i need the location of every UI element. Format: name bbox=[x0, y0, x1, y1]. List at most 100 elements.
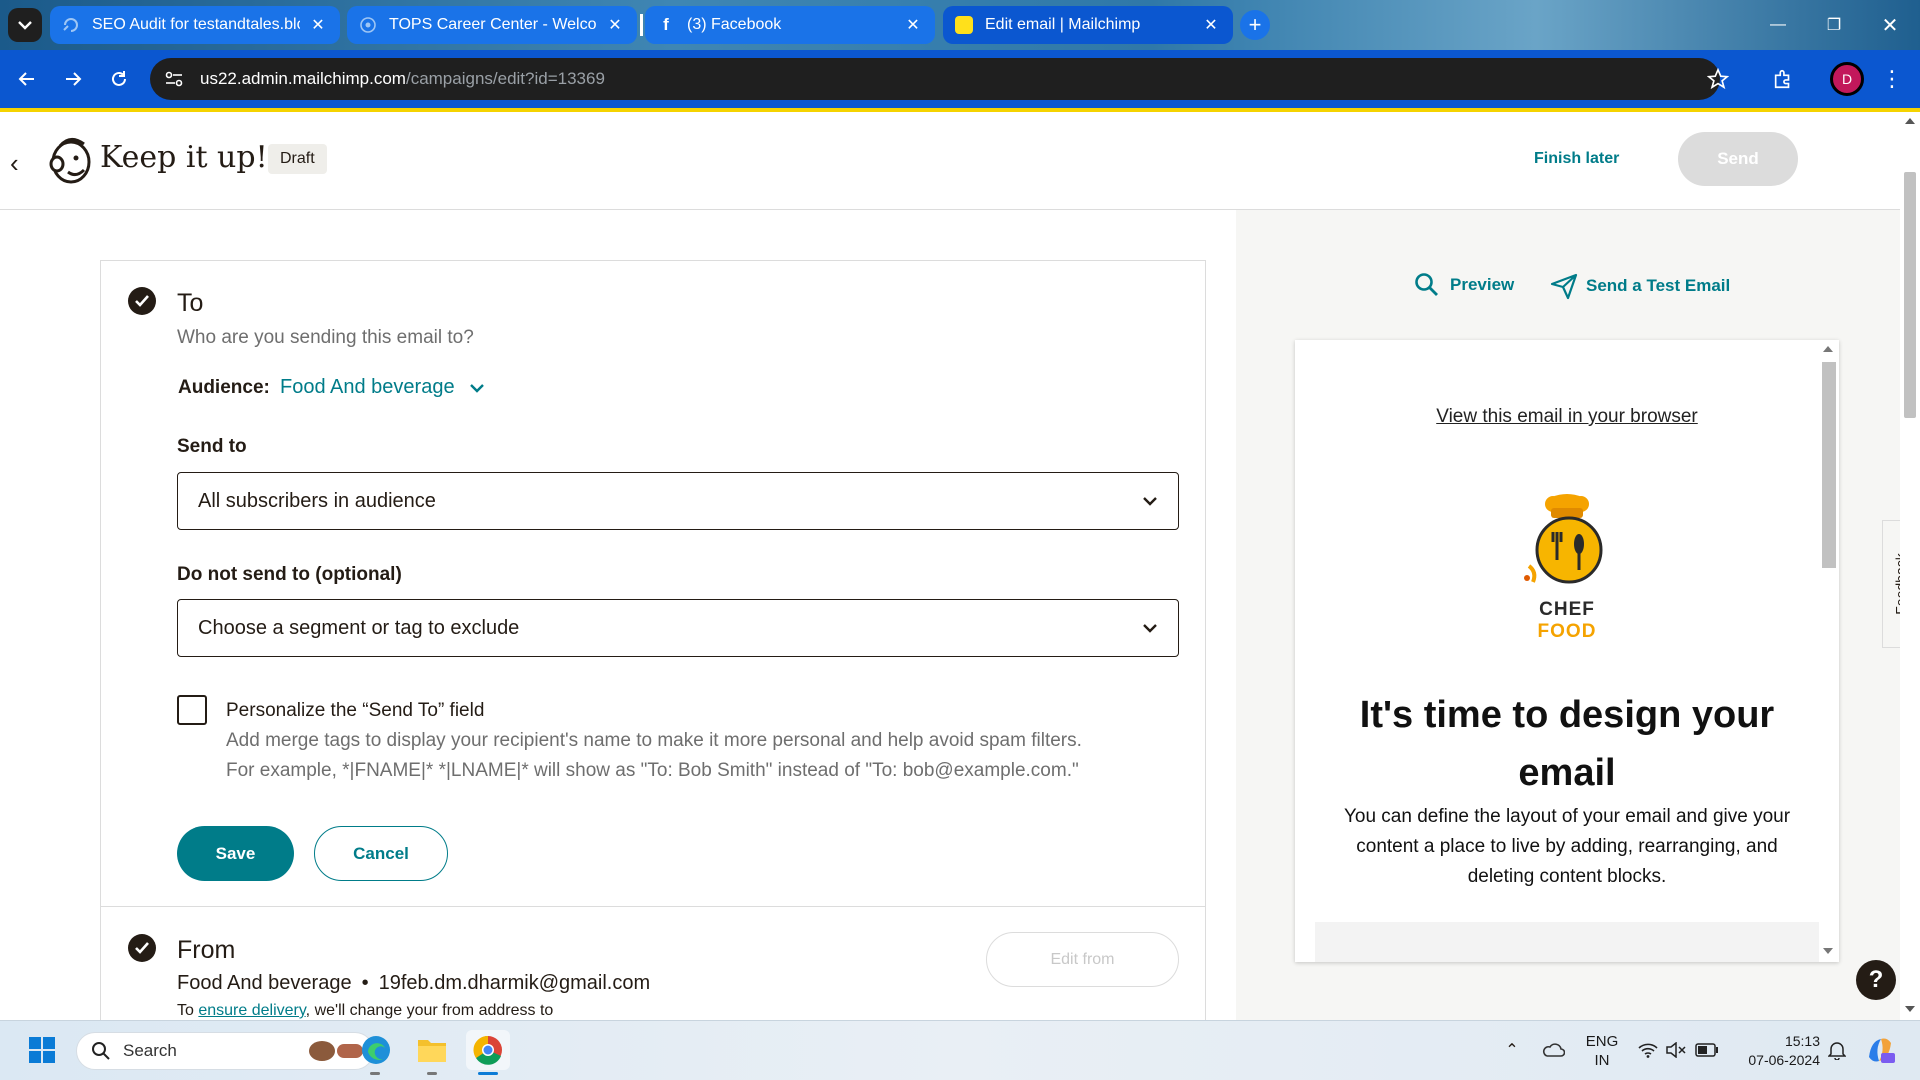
note-prefix: To bbox=[177, 1002, 194, 1019]
chevron-down-icon bbox=[18, 21, 32, 30]
edge-running-indicator bbox=[370, 1072, 380, 1075]
send-test-email-button[interactable]: Send a Test Email bbox=[1550, 272, 1730, 300]
from-heading: From bbox=[177, 936, 236, 964]
tab-title: TOPS Career Center - Welcome bbox=[389, 16, 597, 33]
close-icon[interactable]: ✕ bbox=[605, 15, 625, 35]
note-suffix: , we'll change your from address to bbox=[305, 1002, 554, 1019]
email-preview-frame: View this email in your browser CHEF FOO… bbox=[1295, 340, 1839, 962]
close-window-button[interactable]: ✕ bbox=[1862, 0, 1918, 50]
logo-text-chef: CHEF bbox=[1539, 599, 1595, 620]
explorer-running-indicator bbox=[427, 1072, 437, 1075]
from-delivery-note: To ensure delivery, we'll change your fr… bbox=[177, 1002, 553, 1020]
preview-button[interactable]: Preview bbox=[1414, 272, 1514, 298]
reload-button[interactable] bbox=[104, 64, 134, 94]
reload-icon bbox=[112, 71, 126, 86]
address-bar[interactable]: us22.admin.mailchimp.com/campaigns/edit?… bbox=[150, 58, 1720, 100]
minimize-button[interactable]: — bbox=[1750, 0, 1806, 50]
personalize-label: Personalize the “Send To” field bbox=[226, 700, 485, 721]
language-indicator[interactable]: ENG IN bbox=[1582, 1032, 1622, 1070]
file-explorer-taskbar-icon[interactable] bbox=[412, 1030, 452, 1070]
tab-tops-career[interactable]: TOPS Career Center - Welcome ✕ bbox=[347, 6, 637, 44]
windows-logo-icon bbox=[29, 1037, 55, 1063]
edit-from-button[interactable]: Edit from bbox=[986, 932, 1179, 987]
exclude-segment-select[interactable]: Choose a segment or tag to exclude bbox=[177, 599, 1179, 657]
cancel-button[interactable]: Cancel bbox=[314, 826, 448, 881]
tab-mailchimp[interactable]: Edit email | Mailchimp ✕ bbox=[943, 6, 1233, 44]
scroll-down-arrow-icon[interactable] bbox=[1823, 948, 1833, 954]
notification-bell-icon[interactable] bbox=[1824, 1030, 1850, 1070]
browser-menu-icon[interactable]: ⋮ bbox=[1880, 64, 1904, 94]
audience-label: Audience: bbox=[178, 377, 270, 398]
search-highlight-icon bbox=[309, 1041, 363, 1061]
help-button[interactable]: ? bbox=[1856, 960, 1896, 1000]
back-chevron-icon[interactable]: ‹ bbox=[10, 148, 19, 179]
chevron-down-icon bbox=[1143, 624, 1157, 633]
tab-facebook[interactable]: f (3) Facebook ✕ bbox=[645, 6, 935, 44]
email-headline: It's time to design your email bbox=[1359, 694, 1775, 794]
chrome-active-indicator bbox=[478, 1072, 498, 1075]
bookmark-star-icon[interactable] bbox=[1705, 66, 1731, 92]
clock[interactable]: 15:13 07-06-2024 bbox=[1730, 1032, 1820, 1070]
region-code: IN bbox=[1594, 1052, 1610, 1069]
arrow-right-icon bbox=[66, 72, 82, 86]
to-heading: To bbox=[177, 289, 204, 317]
scroll-down-arrow-icon[interactable] bbox=[1905, 1006, 1915, 1012]
clock-time: 15:13 bbox=[1784, 1033, 1820, 1049]
separator-dot: • bbox=[361, 972, 369, 994]
search-icon bbox=[92, 1042, 110, 1060]
tab-divider bbox=[640, 14, 643, 36]
to-subheading: Who are you sending this email to? bbox=[177, 327, 474, 348]
restore-button[interactable]: ❐ bbox=[1806, 0, 1862, 50]
close-icon[interactable]: ✕ bbox=[1201, 15, 1221, 35]
save-button[interactable]: Save bbox=[177, 826, 294, 881]
taskbar-search[interactable]: Search bbox=[76, 1032, 374, 1070]
chrome-taskbar-icon[interactable] bbox=[466, 1030, 510, 1070]
volume-muted-icon[interactable] bbox=[1664, 1030, 1688, 1070]
tops-icon bbox=[359, 16, 377, 34]
extensions-puzzle-icon[interactable] bbox=[1768, 64, 1798, 94]
language-code: ENG bbox=[1585, 1033, 1619, 1050]
preview-scroll-thumb[interactable] bbox=[1822, 362, 1836, 568]
copilot-icon[interactable] bbox=[1862, 1030, 1898, 1070]
profile-avatar[interactable]: D bbox=[1830, 62, 1864, 96]
back-button[interactable] bbox=[12, 64, 42, 94]
personalize-help-line-2: For example, *|FNAME|* *|LNAME|* will sh… bbox=[226, 760, 1079, 781]
send-button[interactable]: Send bbox=[1678, 132, 1798, 186]
magnifier-icon bbox=[1415, 273, 1438, 296]
close-icon[interactable]: ✕ bbox=[308, 15, 328, 35]
finish-later-button[interactable]: Finish later bbox=[1534, 150, 1619, 168]
page-scrollbar[interactable] bbox=[1900, 112, 1920, 1020]
ensure-delivery-link[interactable]: ensure delivery bbox=[198, 1002, 305, 1019]
preview-scrollbar[interactable] bbox=[1819, 346, 1837, 956]
section-divider bbox=[101, 906, 1205, 907]
close-icon[interactable]: ✕ bbox=[903, 15, 923, 35]
wifi-icon[interactable] bbox=[1636, 1030, 1660, 1070]
tab-title: (3) Facebook bbox=[687, 16, 782, 33]
new-tab-button[interactable]: + bbox=[1240, 10, 1270, 40]
send-test-label: Send a Test Email bbox=[1586, 276, 1731, 295]
page-scroll-thumb[interactable] bbox=[1904, 172, 1916, 418]
personalize-checkbox[interactable] bbox=[177, 695, 207, 725]
scroll-up-arrow-icon[interactable] bbox=[1905, 118, 1915, 124]
chef-food-logo: CHEF FOOD bbox=[1507, 490, 1627, 642]
forward-button[interactable] bbox=[58, 64, 88, 94]
scroll-up-arrow-icon[interactable] bbox=[1823, 346, 1833, 352]
url-path: /campaigns/edit?id=13369 bbox=[405, 69, 605, 88]
audience-selector[interactable]: Food And beverage bbox=[280, 376, 485, 399]
mailchimp-logo[interactable] bbox=[46, 134, 94, 186]
send-to-value: All subscribers in audience bbox=[198, 489, 436, 512]
tab-seo-audit[interactable]: SEO Audit for testandtales.blog ✕ bbox=[50, 6, 340, 44]
facebook-icon: f bbox=[663, 15, 669, 34]
onedrive-cloud-icon[interactable] bbox=[1538, 1030, 1568, 1070]
battery-icon[interactable] bbox=[1694, 1030, 1720, 1070]
tab-search-dropdown[interactable] bbox=[8, 8, 42, 42]
show-hidden-icons-chevron-icon[interactable]: ⌃ bbox=[1500, 1030, 1524, 1070]
edge-taskbar-icon[interactable] bbox=[356, 1030, 396, 1070]
view-in-browser-link[interactable]: View this email in your browser bbox=[1436, 406, 1698, 427]
personalize-help-line-1: Add merge tags to display your recipient… bbox=[226, 730, 1082, 751]
site-info-icon[interactable] bbox=[164, 69, 184, 89]
start-button[interactable] bbox=[22, 1030, 62, 1070]
audience-value: Food And beverage bbox=[280, 376, 455, 398]
search-placeholder: Search bbox=[123, 1041, 177, 1060]
send-to-select[interactable]: All subscribers in audience bbox=[177, 472, 1179, 530]
